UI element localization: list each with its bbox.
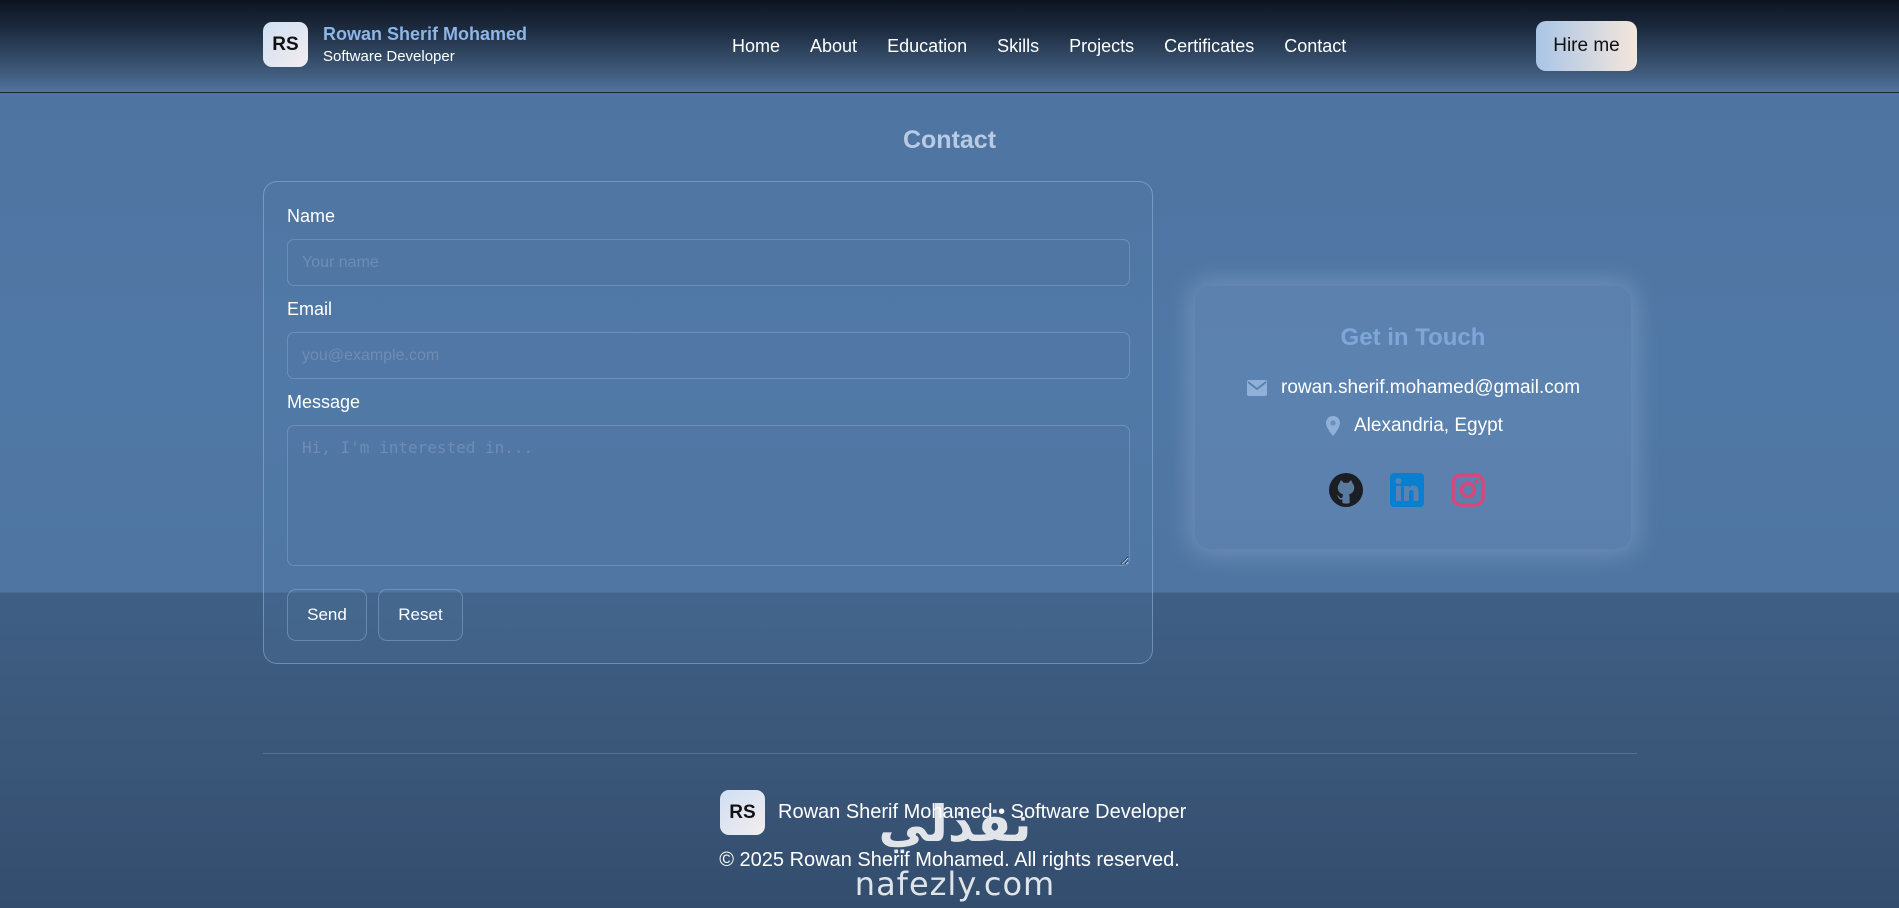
social-links (1328, 472, 1486, 508)
nav-skills[interactable]: Skills (997, 36, 1039, 57)
brand-name: Rowan Sherif Mohamed (323, 23, 528, 44)
location-row: Alexandria, Egypt (1326, 415, 1503, 437)
watermark-latin: nafezly.com (854, 865, 1056, 903)
watermark: نفذلي nafezly.com (840, 795, 1070, 905)
email-input[interactable] (287, 332, 1130, 379)
nav-education[interactable]: Education (887, 36, 967, 57)
get-in-touch-title: Get in Touch (1340, 324, 1486, 351)
github-icon[interactable] (1328, 472, 1364, 508)
name-input[interactable] (287, 239, 1130, 286)
send-button[interactable]: Send (287, 589, 367, 641)
main-nav: Home About Education Skills Projects Cer… (732, 36, 1346, 57)
watermark-arabic: نفذلي (878, 795, 1032, 853)
reset-button[interactable]: Reset (378, 589, 463, 641)
footer-logo-badge: RS (720, 790, 765, 835)
contact-form: Name Email Message Send Reset (263, 181, 1153, 664)
nav-certificates[interactable]: Certificates (1164, 36, 1254, 57)
nav-contact[interactable]: Contact (1284, 36, 1346, 57)
email-label: Email (287, 299, 333, 319)
brand-text: Rowan Sherif Mohamed Software Developer (323, 23, 527, 67)
nav-projects[interactable]: Projects (1069, 36, 1134, 57)
nav-home[interactable]: Home (732, 36, 780, 57)
location-text: Alexandria, Egypt (1354, 415, 1503, 436)
section-title: Contact (902, 126, 997, 154)
name-label: Name (287, 206, 336, 226)
brand-subtitle: Software Developer (323, 47, 455, 65)
linkedin-icon[interactable] (1389, 472, 1425, 508)
message-textarea[interactable] (287, 425, 1130, 566)
logo-badge: RS (263, 22, 308, 67)
get-in-touch-card: Get in Touch rowan.sherif.mohamed@gmail.… (1195, 286, 1631, 549)
nav-about[interactable]: About (810, 36, 857, 57)
email-text: rowan.sherif.mohamed@gmail.com (1281, 377, 1581, 398)
envelope-icon (1247, 380, 1267, 396)
email-row[interactable]: rowan.sherif.mohamed@gmail.com (1247, 377, 1580, 399)
footer-divider (263, 753, 1637, 754)
message-label: Message (287, 392, 361, 412)
site-header: RS Rowan Sherif Mohamed Software Develop… (0, 0, 1899, 93)
map-pin-icon (1326, 416, 1340, 436)
instagram-icon[interactable] (1450, 472, 1486, 508)
hire-me-button[interactable]: Hire me (1536, 21, 1637, 71)
brand[interactable]: RS Rowan Sherif Mohamed Software Develop… (263, 22, 527, 67)
